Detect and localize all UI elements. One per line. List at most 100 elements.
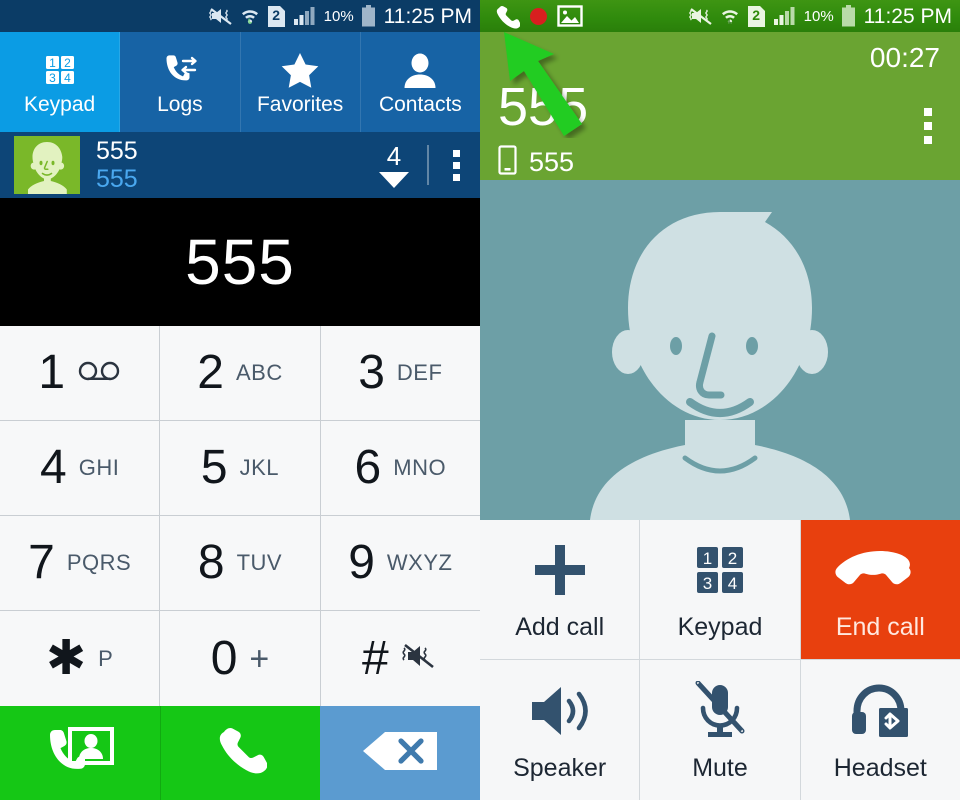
clock-label: 11:25 PM bbox=[863, 4, 952, 28]
svg-text:1: 1 bbox=[703, 549, 712, 568]
end-call-button[interactable]: End call bbox=[800, 520, 960, 660]
key-digit: 1 bbox=[38, 346, 66, 399]
battery-percent-label: 10% bbox=[323, 7, 354, 25]
tab-favorites-label: Favorites bbox=[256, 92, 344, 116]
key-digit: 5 bbox=[200, 441, 228, 494]
dialpad-key-2[interactable]: 2 ABC bbox=[160, 326, 321, 421]
dialpad-key-3[interactable]: 3 DEF bbox=[320, 326, 480, 421]
sim2-icon: 2 bbox=[747, 5, 766, 28]
keypad-icon: 1 2 3 4 bbox=[691, 539, 749, 601]
chevron-down-icon bbox=[379, 171, 409, 188]
sim-number-label: 2 bbox=[752, 6, 761, 23]
backspace-button[interactable] bbox=[320, 706, 480, 800]
mic-muted-icon bbox=[692, 680, 748, 742]
dialpad-key-4[interactable]: 4 GHI bbox=[0, 421, 161, 516]
call-number-row: 555 bbox=[498, 145, 574, 180]
dialpad-key-9[interactable]: 9 WXYZ bbox=[320, 516, 480, 611]
mute-button[interactable]: Mute bbox=[640, 660, 801, 800]
key-digit: 6 bbox=[354, 441, 382, 494]
key-digit: 8 bbox=[197, 536, 225, 589]
in-call-panel: 2 10% 11:25 PM 00:27 555 555 Add call 1 … bbox=[480, 0, 960, 800]
svg-text:1: 1 bbox=[49, 56, 56, 70]
dialpad-key-6[interactable]: 6 MNO bbox=[320, 421, 480, 516]
dialpad-key-7[interactable]: 7 PQRS bbox=[0, 516, 161, 611]
key-letters: P bbox=[98, 645, 114, 671]
contact-person-icon bbox=[401, 50, 439, 90]
suggestion-match-count: 4 bbox=[386, 140, 402, 171]
tab-favorites[interactable]: Favorites bbox=[241, 32, 361, 132]
contact-suggestion-row[interactable]: 555 555 4 bbox=[0, 132, 480, 198]
dialer-action-bar bbox=[0, 706, 480, 800]
suggestion-number: 555 bbox=[96, 165, 138, 193]
star-icon bbox=[279, 50, 321, 90]
in-call-button-grid: Add call 1 2 3 4 Keypad End call Speaker… bbox=[480, 520, 960, 800]
suggestion-expand-button[interactable]: 4 bbox=[379, 143, 409, 188]
backspace-icon bbox=[359, 728, 441, 779]
call-number: 555 bbox=[529, 147, 575, 177]
speaker-button[interactable]: Speaker bbox=[480, 660, 641, 800]
headset-label: Headset bbox=[833, 753, 927, 782]
battery-icon bbox=[361, 5, 375, 27]
key-letters: TUV bbox=[236, 550, 283, 575]
svg-text:3: 3 bbox=[49, 71, 56, 85]
key-letters: + bbox=[249, 639, 270, 678]
end-call-label: End call bbox=[835, 613, 925, 641]
tab-logs[interactable]: Logs bbox=[120, 32, 241, 132]
dialpad-key-8[interactable]: 8 TUV bbox=[160, 516, 321, 611]
default-contact-photo bbox=[480, 180, 960, 520]
dialpad: 1 2 ABC 3 DEF 4 GHI 5 JKL 6 MNO 7 PQRS 8… bbox=[0, 326, 480, 706]
status-icons-right: 2 10% bbox=[688, 5, 856, 28]
battery-icon bbox=[841, 5, 855, 27]
wifi-icon bbox=[721, 10, 738, 25]
dialpad-key-star[interactable]: ✱ P bbox=[0, 611, 161, 706]
tab-keypad[interactable]: 1 2 3 4 Keypad bbox=[0, 32, 121, 132]
overflow-menu-icon[interactable] bbox=[447, 149, 466, 181]
status-icons-left: 2 10% bbox=[208, 5, 376, 28]
tab-contacts[interactable]: Contacts bbox=[361, 32, 480, 132]
recording-dot-icon bbox=[530, 7, 547, 25]
call-header: 00:27 555 555 bbox=[480, 32, 960, 180]
key-letters: MNO bbox=[393, 455, 447, 480]
end-call-icon bbox=[832, 539, 928, 601]
dialed-number-display[interactable]: 555 bbox=[0, 198, 480, 326]
key-digit: 9 bbox=[348, 536, 375, 589]
voicemail-icon bbox=[77, 360, 121, 387]
dialpad-row: 4 GHI 5 JKL 6 MNO bbox=[0, 421, 480, 516]
mute-label: Mute bbox=[692, 753, 748, 782]
sim-number-label: 2 bbox=[272, 6, 281, 23]
mobile-icon bbox=[498, 145, 517, 180]
tab-logs-label: Logs bbox=[157, 92, 203, 116]
call-button[interactable] bbox=[159, 706, 321, 800]
signal-icon bbox=[293, 7, 315, 25]
in-call-button-row: Add call 1 2 3 4 Keypad End call bbox=[480, 520, 960, 660]
tab-contacts-label: Contacts bbox=[378, 92, 462, 116]
svg-text:2: 2 bbox=[64, 56, 71, 70]
keypad-icon: 1 2 3 4 bbox=[40, 50, 80, 90]
key-digit: ✱ bbox=[45, 631, 87, 685]
plus-icon bbox=[529, 539, 591, 601]
dialpad-key-hash[interactable]: # bbox=[320, 611, 480, 706]
clock-label: 11:25 PM bbox=[383, 4, 472, 28]
speaker-label: Speaker bbox=[513, 753, 607, 782]
key-digit: 7 bbox=[28, 536, 55, 589]
keypad-label: Keypad bbox=[677, 613, 763, 641]
dialpad-key-1[interactable]: 1 bbox=[0, 326, 161, 421]
call-contact-name: 555 bbox=[498, 77, 589, 137]
svg-text:4: 4 bbox=[64, 71, 71, 85]
svg-text:2: 2 bbox=[728, 549, 737, 568]
headset-button[interactable]: Headset bbox=[800, 660, 960, 800]
contact-photo bbox=[480, 180, 960, 520]
overflow-menu-icon[interactable] bbox=[924, 108, 932, 144]
key-letters: DEF bbox=[396, 360, 443, 385]
suggestion-text: 555 555 bbox=[96, 137, 138, 193]
battery-percent-label: 10% bbox=[803, 7, 834, 25]
dialpad-key-0[interactable]: 0 + bbox=[160, 611, 321, 706]
in-call-keypad-button[interactable]: 1 2 3 4 Keypad bbox=[640, 520, 801, 660]
add-call-label: Add call bbox=[515, 613, 605, 641]
add-call-button[interactable]: Add call bbox=[480, 520, 641, 660]
video-call-button[interactable] bbox=[0, 706, 160, 800]
video-call-icon bbox=[42, 723, 118, 784]
key-digit: 4 bbox=[40, 441, 67, 494]
dialpad-key-5[interactable]: 5 JKL bbox=[160, 421, 321, 516]
call-duration: 00:27 bbox=[869, 42, 940, 73]
